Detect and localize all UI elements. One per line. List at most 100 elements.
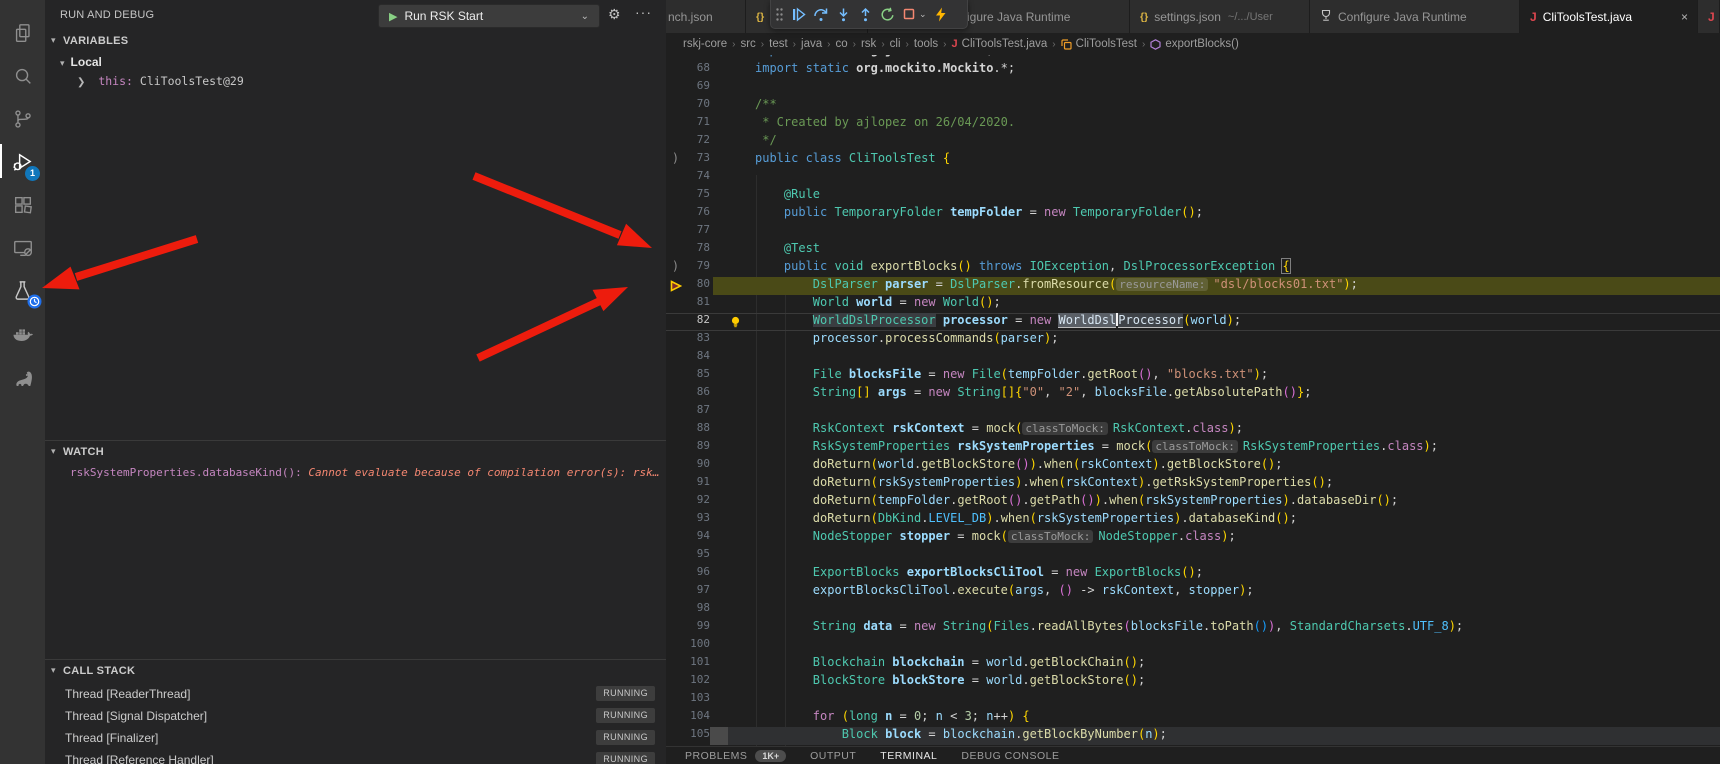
drag-handle-icon[interactable] xyxy=(775,7,784,22)
code-text: RskContext rskContext = mock(classToMock… xyxy=(755,421,1243,435)
watch-expression-row[interactable]: rskSystemProperties.databaseKind(): Cann… xyxy=(70,466,662,479)
gradle-icon[interactable] xyxy=(0,355,45,398)
code-line-105[interactable]: 105 Block block = blockchain.getBlockByN… xyxy=(666,727,1720,745)
code-line-104[interactable]: 104 for (long n = 0; n < 3; n++) { xyxy=(666,709,1720,727)
run-play-icon[interactable]: ▶ xyxy=(389,10,397,23)
code-line-96[interactable]: 96 ExportBlocks exportBlocksCliTool = ne… xyxy=(666,565,1720,583)
code-line-103[interactable]: 103 xyxy=(666,691,1720,709)
editor-tab-CliToolsTest.java[interactable]: JCliToolsTest.java× xyxy=(1520,0,1698,33)
code-line-95[interactable]: 95 xyxy=(666,547,1720,565)
breadcrumb-item-cli[interactable]: cli xyxy=(890,38,901,50)
breadcrumb-item-CliToolsTest[interactable]: CliToolsTest xyxy=(1061,38,1137,50)
editor-tab-settings.json[interactable]: {}settings.json~/.../User xyxy=(1130,0,1310,33)
code-line-77[interactable]: 77 xyxy=(666,223,1720,241)
call-stack-thread[interactable]: Thread [Reference Handler]RUNNING xyxy=(45,749,666,764)
variables-section-header[interactable]: ▾ VARIABLES xyxy=(45,32,666,52)
code-line-92[interactable]: 92 doReturn(tempFolder.getRoot().getPath… xyxy=(666,493,1720,511)
variables-scope-local[interactable]: ▾Local xyxy=(60,55,102,69)
call-stack-section-header[interactable]: ▾ CALL STACK xyxy=(45,662,666,682)
source-control-icon[interactable] xyxy=(0,97,45,140)
breadcrumb-item-test[interactable]: test xyxy=(769,38,788,50)
code-editor[interactable]: 67import static org.junit.Assert.*;68imp… xyxy=(666,55,1720,746)
breadcrumb-item-CliToolsTest.java[interactable]: JCliToolsTest.java xyxy=(952,38,1048,50)
variable-this[interactable]: ❯ this: CliToolsTest@29 xyxy=(77,74,244,88)
code-line-75[interactable]: 75 @Rule xyxy=(666,187,1720,205)
breadcrumb-item-src[interactable]: src xyxy=(740,38,755,50)
stop-button[interactable] xyxy=(902,7,916,21)
gear-icon[interactable]: ⚙ xyxy=(608,6,621,23)
continue-button[interactable] xyxy=(791,7,806,22)
code-line-84[interactable]: 84 xyxy=(666,349,1720,367)
code-line-68[interactable]: 68import static org.mockito.Mockito.*; xyxy=(666,61,1720,79)
breadcrumb-item-java[interactable]: java xyxy=(801,38,822,50)
editor-tab-partial[interactable]: J xyxy=(1698,0,1720,33)
test-explorer-icon[interactable] xyxy=(0,269,45,312)
launch-config-dropdown[interactable]: ▶ Run RSK Start ⌄ xyxy=(378,4,600,28)
code-line-87[interactable]: 87 xyxy=(666,403,1720,421)
call-stack-thread[interactable]: Thread [Signal Dispatcher]RUNNING xyxy=(45,705,666,727)
code-line-94[interactable]: 94 NodeStopper stopper = mock(classToMoc… xyxy=(666,529,1720,547)
code-line-79[interactable]: 79) public void exportBlocks() throws IO… xyxy=(666,259,1720,277)
folding-marker-icon[interactable]: ) xyxy=(667,259,684,273)
call-stack-thread[interactable]: Thread [Finalizer]RUNNING xyxy=(45,727,666,749)
line-number: 105 xyxy=(666,727,710,740)
search-icon[interactable] xyxy=(0,54,45,97)
explorer-icon[interactable] xyxy=(0,11,45,54)
run-and-debug-icon[interactable]: 1 xyxy=(0,140,45,183)
breadcrumb-item-co[interactable]: co xyxy=(835,38,847,50)
breadcrumb-item-exportBlocks()[interactable]: exportBlocks() xyxy=(1150,38,1239,50)
step-into-button[interactable] xyxy=(836,7,851,22)
code-line-76[interactable]: 76 public TemporaryFolder tempFolder = n… xyxy=(666,205,1720,223)
close-icon[interactable]: × xyxy=(1681,10,1688,24)
code-line-73[interactable]: 73)public class CliToolsTest { xyxy=(666,151,1720,169)
code-line-78[interactable]: 78 @Test xyxy=(666,241,1720,259)
code-line-74[interactable]: 74 xyxy=(666,169,1720,187)
panel-tab-output[interactable]: OUTPUT xyxy=(810,750,856,762)
line-highlight xyxy=(713,97,1720,115)
chevron-down-icon: ▾ xyxy=(51,665,56,676)
folding-marker-icon[interactable]: ) xyxy=(667,151,684,165)
code-line-71[interactable]: 71 * Created by ajlopez on 26/04/2020. xyxy=(666,115,1720,133)
hot-code-replace-icon[interactable] xyxy=(934,7,947,22)
breadcrumb-item-rskj-core[interactable]: rskj-core xyxy=(683,38,727,50)
lightbulb-icon[interactable] xyxy=(730,316,741,331)
more-actions-icon[interactable]: ··· xyxy=(635,4,652,20)
breadcrumb-item-tools[interactable]: tools xyxy=(914,38,938,50)
code-line-80[interactable]: 80 DslParser parser = DslParser.fromReso… xyxy=(666,277,1720,295)
code-line-81[interactable]: 81 World world = new World(); xyxy=(666,295,1720,313)
step-over-button[interactable] xyxy=(813,7,829,22)
code-line-91[interactable]: 91 doReturn(rskSystemProperties).when(rs… xyxy=(666,475,1720,493)
code-line-83[interactable]: 83 processor.processCommands(parser); xyxy=(666,331,1720,349)
code-line-97[interactable]: 97 exportBlocksCliTool.execute(args, () … xyxy=(666,583,1720,601)
remote-explorer-icon[interactable] xyxy=(0,226,45,269)
code-line-89[interactable]: 89 RskSystemProperties rskSystemProperti… xyxy=(666,439,1720,457)
extensions-icon[interactable] xyxy=(0,183,45,226)
panel-tab-problems[interactable]: PROBLEMS1K+ xyxy=(685,750,786,762)
breadcrumb-item-rsk[interactable]: rsk xyxy=(861,38,876,50)
code-line-86[interactable]: 86 String[] args = new String[]{"0", "2"… xyxy=(666,385,1720,403)
code-line-100[interactable]: 100 xyxy=(666,637,1720,655)
code-line-101[interactable]: 101 Blockchain blockchain = world.getBlo… xyxy=(666,655,1720,673)
docker-icon[interactable] xyxy=(0,312,45,355)
step-out-button[interactable] xyxy=(858,7,873,22)
code-line-93[interactable]: 93 doReturn(DbKind.LEVEL_DB).when(rskSys… xyxy=(666,511,1720,529)
code-line-82[interactable]: 82 WorldDslProcessor processor = new Wor… xyxy=(666,313,1720,331)
code-line-99[interactable]: 99 String data = new String(Files.readAl… xyxy=(666,619,1720,637)
watch-section-header[interactable]: ▾ WATCH xyxy=(45,443,666,463)
code-line-85[interactable]: 85 File blocksFile = new File(tempFolder… xyxy=(666,367,1720,385)
restart-button[interactable] xyxy=(880,7,895,22)
editor-tab-Configure Java Runtime[interactable]: Configure Java Runtime xyxy=(1310,0,1520,33)
code-line-72[interactable]: 72 */ xyxy=(666,133,1720,151)
code-line-88[interactable]: 88 RskContext rskContext = mock(classToM… xyxy=(666,421,1720,439)
code-text: RskSystemProperties rskSystemProperties … xyxy=(755,439,1438,453)
code-line-70[interactable]: 70/** xyxy=(666,97,1720,115)
editor-tab-nch.json[interactable]: nch.json xyxy=(666,0,746,33)
stop-menu-chevron-icon[interactable]: ⌄ xyxy=(919,9,927,20)
panel-tab-debug-console[interactable]: DEBUG CONSOLE xyxy=(961,750,1059,762)
code-line-90[interactable]: 90 doReturn(world.getBlockStore()).when(… xyxy=(666,457,1720,475)
call-stack-thread[interactable]: Thread [ReaderThread]RUNNING xyxy=(45,683,666,705)
code-line-102[interactable]: 102 BlockStore blockStore = world.getBlo… xyxy=(666,673,1720,691)
code-line-98[interactable]: 98 xyxy=(666,601,1720,619)
code-line-69[interactable]: 69 xyxy=(666,79,1720,97)
panel-tab-terminal[interactable]: TERMINAL xyxy=(880,750,937,762)
